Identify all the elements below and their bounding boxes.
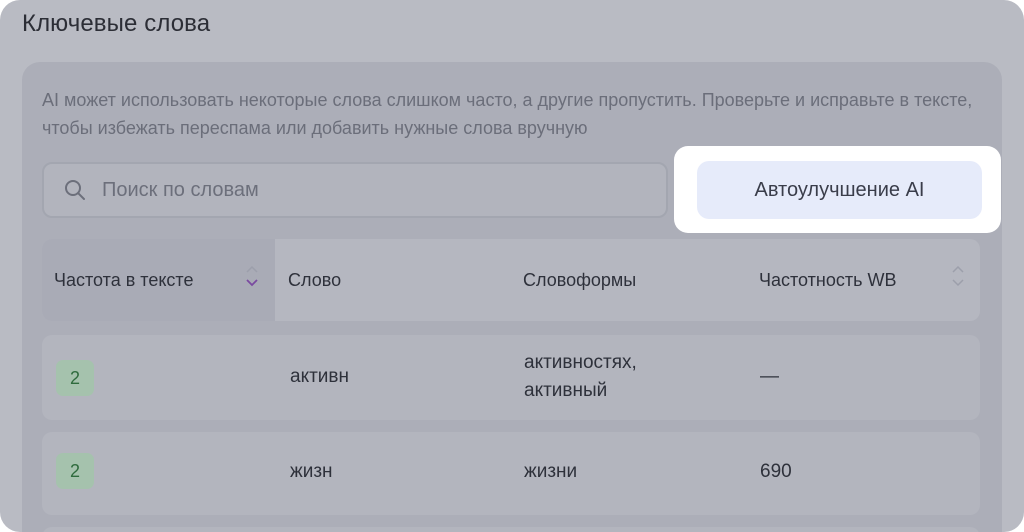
column-header-word-label: Слово — [288, 269, 342, 290]
column-header-wb-frequency-label: Частотность WB — [759, 269, 897, 290]
auto-improve-ai-button[interactable]: Автоулучшение AI — [697, 161, 982, 219]
frequency-badge: 2 — [56, 360, 94, 396]
search-input[interactable]: Поиск по словам — [42, 162, 668, 218]
wordform: активностях, — [524, 352, 637, 373]
sort-neutral-icon[interactable] — [952, 265, 964, 287]
frequency-badge: 2 — [56, 453, 94, 489]
column-header-frequency[interactable]: Частота в тексте — [54, 239, 193, 321]
keywords-panel: Ключевые слова AI может использовать нек… — [0, 0, 1024, 532]
table-row[interactable]: 2 жизн жизни 690 — [42, 432, 980, 515]
section-title: Ключевые слова — [22, 10, 211, 37]
column-header-word[interactable]: Слово — [288, 239, 341, 321]
word-cell: жизн — [290, 461, 333, 482]
column-header-wb-frequency[interactable]: Частотность WB — [759, 239, 896, 321]
sort-descending-icon[interactable] — [246, 265, 258, 287]
column-header-frequency-label: Частота в тексте — [54, 269, 194, 290]
word-cell: активн — [290, 366, 349, 387]
wb-frequency-cell: 690 — [760, 461, 792, 482]
column-header-wordforms-label: Словоформы — [523, 269, 637, 290]
wordform: активный — [524, 380, 608, 401]
table-header: Частота в тексте Слово Словоформы Частот… — [42, 239, 980, 321]
wordform: жизни — [524, 461, 578, 482]
table-row[interactable]: 2 активн активностях, активный — — [42, 335, 980, 420]
wordforms-cell: жизни — [524, 458, 577, 486]
search-icon — [64, 178, 88, 202]
column-header-wordforms[interactable]: Словоформы — [523, 239, 636, 321]
wordforms-cell: активностях, активный — [524, 349, 637, 405]
table-row[interactable] — [42, 527, 980, 532]
wb-frequency-cell: — — [760, 366, 779, 387]
description-text: AI может использовать некоторые слова сл… — [42, 90, 973, 138]
search-placeholder: Поиск по словам — [102, 178, 259, 201]
